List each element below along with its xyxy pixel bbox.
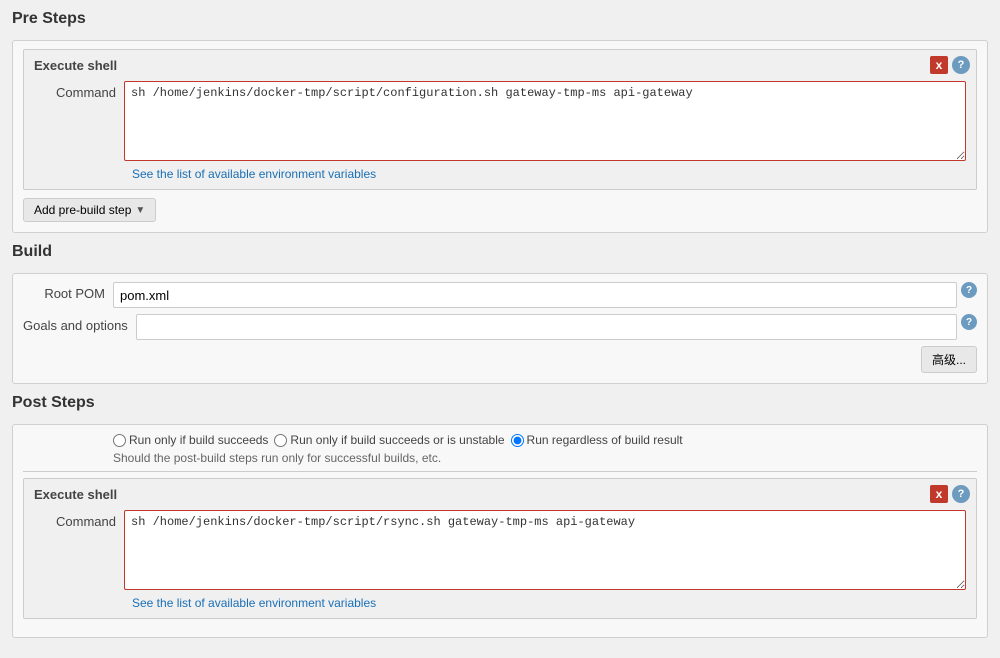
- post-steps-radio-group: Run only if build succeeds Run only if b…: [113, 433, 977, 447]
- radio-option-unstable[interactable]: Run only if build succeeds or is unstabl…: [274, 433, 504, 447]
- post-steps-block: Run only if build succeeds Run only if b…: [12, 424, 988, 638]
- pre-steps-block: Execute shell x ? Command See the list o…: [12, 40, 988, 233]
- post-steps-note: Should the post-build steps run only for…: [113, 451, 977, 465]
- page-container: Pre Steps Execute shell x ? Command See …: [0, 0, 1000, 658]
- pre-steps-help-icon[interactable]: ?: [952, 56, 970, 74]
- pre-steps-command-label: Command: [34, 81, 124, 100]
- build-goals-row: Goals and options ?: [23, 314, 977, 340]
- pre-steps-title: Pre Steps: [12, 10, 988, 32]
- build-root-pom-input[interactable]: [113, 282, 957, 308]
- pre-steps-close-button[interactable]: x: [930, 56, 948, 74]
- build-block: Root POM ? Goals and options ? 高级...: [12, 273, 988, 384]
- radio-unstable-input[interactable]: [274, 434, 287, 447]
- pre-steps-see-link-container: See the list of available environment va…: [132, 167, 966, 181]
- build-root-pom-row: Root POM ?: [23, 282, 977, 308]
- post-steps-divider: [23, 471, 977, 472]
- post-steps-execute-shell-box: Execute shell x ? Command See the list o…: [23, 478, 977, 619]
- build-advanced-button[interactable]: 高级...: [921, 346, 977, 373]
- post-steps-see-link-container: See the list of available environment va…: [132, 596, 966, 610]
- add-pre-build-dropdown-arrow: ▼: [135, 205, 145, 216]
- build-goals-help-icon[interactable]: ?: [961, 314, 977, 330]
- radio-option-success[interactable]: Run only if build succeeds: [113, 433, 268, 447]
- pre-steps-env-vars-link[interactable]: See the list of available environment va…: [132, 167, 376, 181]
- build-goals-label: Goals and options: [23, 314, 136, 333]
- pre-steps-command-row: Command: [34, 81, 966, 161]
- post-steps-env-vars-link[interactable]: See the list of available environment va…: [132, 596, 376, 610]
- radio-success-input[interactable]: [113, 434, 126, 447]
- post-steps-close-button[interactable]: x: [930, 485, 948, 503]
- post-steps-command-row: Command: [34, 510, 966, 590]
- post-steps-help-icon[interactable]: ?: [952, 485, 970, 503]
- add-pre-build-step-label: Add pre-build step: [34, 203, 131, 217]
- pre-steps-execute-shell-box: Execute shell x ? Command See the list o…: [23, 49, 977, 190]
- post-steps-title: Post Steps: [12, 394, 988, 416]
- post-steps-execute-shell-label: Execute shell: [34, 487, 966, 502]
- build-title: Build: [12, 243, 988, 265]
- radio-success-label: Run only if build succeeds: [129, 433, 268, 447]
- add-pre-build-step-button[interactable]: Add pre-build step ▼: [23, 198, 156, 222]
- build-root-pom-label: Root POM: [23, 282, 113, 301]
- build-goals-input[interactable]: [136, 314, 957, 340]
- build-adv-row: 高级...: [23, 346, 977, 373]
- build-root-pom-help-icon[interactable]: ?: [961, 282, 977, 298]
- radio-always-input[interactable]: [511, 434, 524, 447]
- pre-steps-command-textarea[interactable]: [124, 81, 966, 161]
- radio-option-always[interactable]: Run regardless of build result: [511, 433, 683, 447]
- post-steps-command-textarea[interactable]: [124, 510, 966, 590]
- post-steps-command-label: Command: [34, 510, 124, 529]
- pre-steps-execute-shell-label: Execute shell: [34, 58, 966, 73]
- radio-always-label: Run regardless of build result: [527, 433, 683, 447]
- radio-unstable-label: Run only if build succeeds or is unstabl…: [290, 433, 504, 447]
